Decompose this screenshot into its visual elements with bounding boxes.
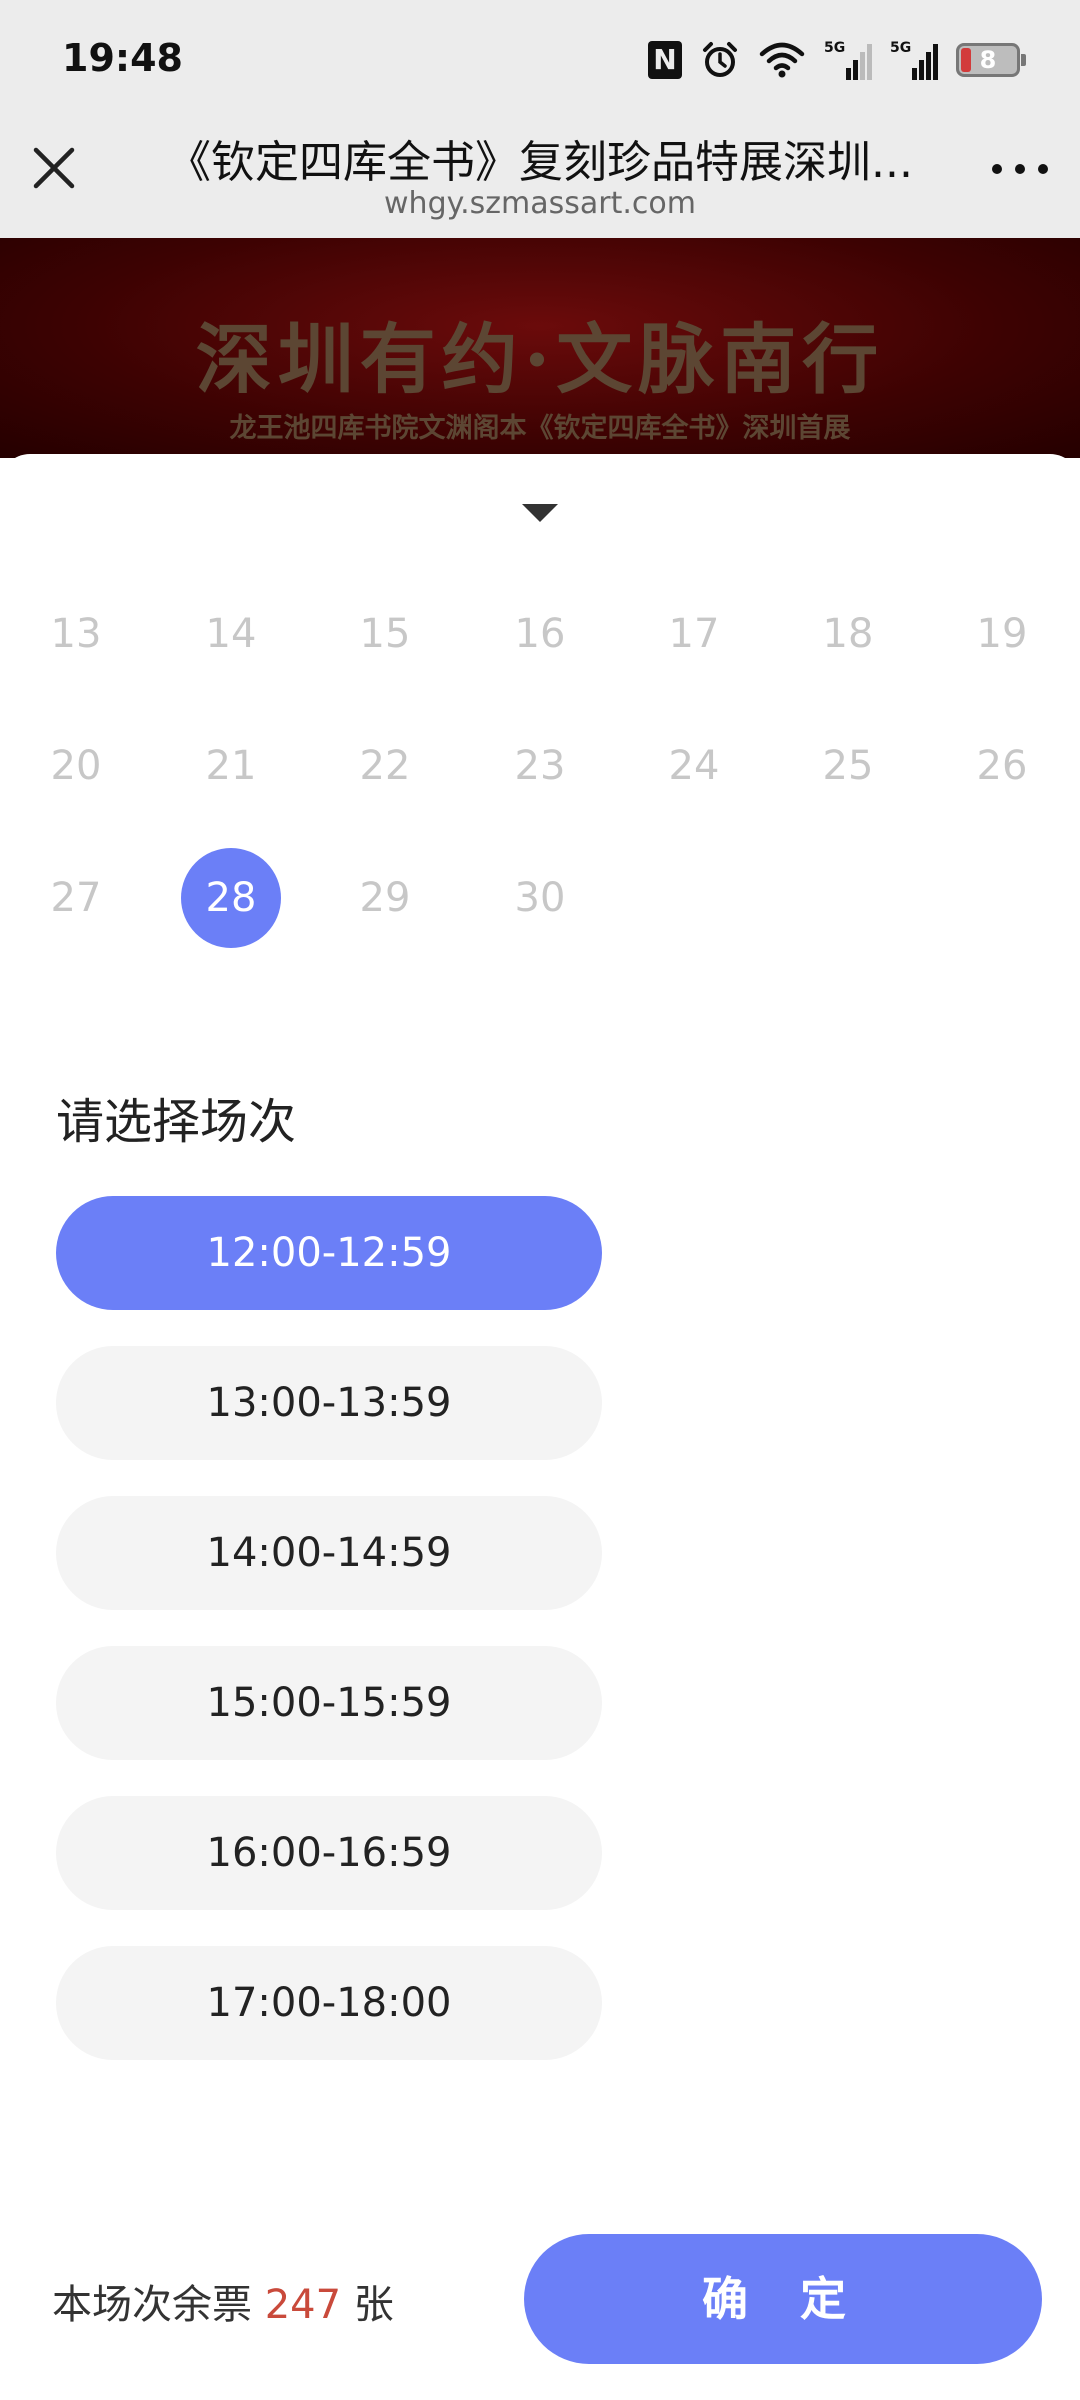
svg-text:5G: 5G [890, 40, 911, 56]
calendar-day: 19 [976, 611, 1028, 657]
time-slot-button[interactable]: 15:00-15:59 [56, 1646, 602, 1760]
remaining-prefix: 本场次余票 [52, 2282, 265, 2328]
calendar-day: 16 [514, 611, 566, 657]
calendar-day: 23 [514, 743, 566, 789]
calendar-week-row: 20 21 22 23 24 25 26 [0, 716, 1080, 848]
calendar-day: 15 [359, 611, 411, 657]
remaining-suffix: 张 [341, 2282, 394, 2328]
calendar-day: 22 [359, 743, 411, 789]
signal-5g-icon: 5G [824, 38, 872, 82]
browser-title-bar: 《钦定四库全书》复刻珍品特展深圳... whgy.szmassart.com [0, 120, 1080, 238]
calendar-day: 18 [822, 611, 874, 657]
time-slot-button[interactable]: 14:00-14:59 [56, 1496, 602, 1610]
time-slot-button[interactable]: 16:00-16:59 [56, 1796, 602, 1910]
time-slot-button[interactable]: 12:00-12:59 [56, 1196, 602, 1310]
battery-level: 8 [979, 46, 997, 74]
calendar-day: 25 [822, 743, 874, 789]
status-time: 19:48 [62, 36, 183, 80]
remaining-tickets: 本场次余票 247 张 [52, 2272, 394, 2330]
signal-5g-icon: 5G [890, 38, 938, 82]
calendar-day: 17 [668, 611, 720, 657]
time-slot-button[interactable]: 13:00-13:59 [56, 1346, 602, 1460]
status-bar: 19:48 N 5G 5G 8 [0, 0, 1080, 120]
calendar-day: 21 [205, 743, 257, 789]
calendar-day: 26 [976, 743, 1028, 789]
date-calendar: 13 14 15 16 17 18 19 20 21 22 23 24 25 2… [0, 584, 1080, 980]
calendar-day: 14 [205, 611, 257, 657]
close-icon[interactable] [30, 144, 78, 192]
calendar-week-row: 13 14 15 16 17 18 19 [0, 584, 1080, 716]
wifi-icon [758, 38, 806, 82]
calendar-day: 24 [668, 743, 720, 789]
more-dot [992, 164, 1002, 174]
banner-title: 深圳有约·文脉南行 [195, 315, 885, 404]
page-url: whgy.szmassart.com [384, 186, 696, 221]
confirm-button[interactable]: 确 定 [524, 2234, 1042, 2364]
calendar-week-row: 27 28 29 30 [0, 848, 1080, 980]
status-icons: N 5G 5G 8 [648, 36, 1026, 84]
collapse-arrow-icon[interactable] [522, 504, 558, 522]
more-dot [1038, 164, 1048, 174]
banner-subtitle: 龙王池四库书院文渊阁本《钦定四库全书》深圳首展 [229, 413, 851, 444]
exhibition-banner: 深圳有约·文脉南行 龙王池四库书院文渊阁本《钦定四库全书》深圳首展 [0, 238, 1080, 458]
nfc-icon: N [648, 41, 682, 79]
more-icon[interactable] [992, 154, 1048, 184]
svg-text:5G: 5G [824, 40, 845, 56]
more-dot [1015, 164, 1025, 174]
remaining-count: 247 [264, 2282, 342, 2328]
alarm-icon [700, 38, 740, 82]
calendar-day: 29 [359, 875, 411, 921]
calendar-day: 20 [50, 743, 102, 789]
time-slot-button[interactable]: 17:00-18:00 [56, 1946, 602, 2060]
page-title: 《钦定四库全书》复刻珍品特展深圳... [167, 137, 913, 188]
calendar-day: 30 [514, 875, 566, 921]
battery-icon: 8 [956, 43, 1026, 77]
session-section-title: 请选择场次 [56, 1094, 297, 1150]
calendar-day-selected[interactable]: 28 [181, 848, 281, 948]
calendar-day: 27 [50, 875, 102, 921]
calendar-day: 13 [50, 611, 102, 657]
booking-sheet: 13 14 15 16 17 18 19 20 21 22 23 24 25 2… [0, 454, 1080, 2400]
